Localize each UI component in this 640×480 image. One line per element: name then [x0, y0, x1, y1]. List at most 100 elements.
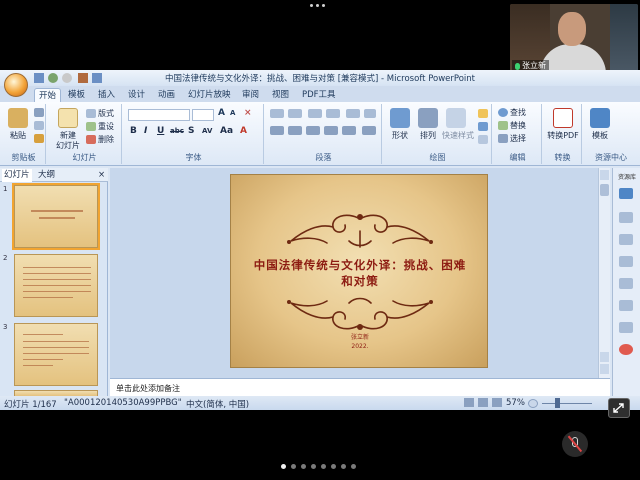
pdf-icon[interactable] — [553, 108, 573, 128]
tab-review[interactable]: 审阅 — [238, 88, 263, 102]
tab-view[interactable]: 视图 — [268, 88, 293, 102]
shadow-button[interactable]: S — [188, 126, 194, 136]
align-center-icon[interactable] — [288, 126, 302, 135]
font-size-field[interactable] — [192, 109, 214, 121]
new-slide-icon[interactable] — [58, 108, 78, 128]
layout-button[interactable]: 版式 — [98, 108, 114, 119]
normal-view-icon[interactable] — [464, 398, 474, 407]
save-icon[interactable] — [34, 73, 44, 83]
line-spacing-icon[interactable] — [346, 109, 360, 118]
video-tile[interactable]: 张立新 — [510, 4, 638, 74]
page-indicator[interactable] — [281, 464, 356, 469]
tab-pdf-tools[interactable]: PDF工具 — [298, 88, 340, 102]
find-icon[interactable] — [498, 108, 508, 117]
quick-styles-button[interactable]: 快速样式 — [438, 130, 478, 141]
template-button[interactable]: 模板 — [586, 130, 614, 141]
page-dot[interactable] — [311, 464, 316, 469]
tab-design[interactable]: 设计 — [124, 88, 149, 102]
italic-button[interactable]: I — [144, 126, 147, 136]
shape-outline-icon[interactable] — [478, 122, 488, 131]
decrease-indent-icon[interactable] — [308, 109, 322, 118]
page-dot[interactable] — [301, 464, 306, 469]
cut-icon[interactable] — [34, 108, 44, 117]
reset-button[interactable]: 重设 — [98, 121, 114, 132]
grow-font-icon[interactable]: A — [218, 108, 225, 118]
resource-icon-8[interactable] — [619, 344, 633, 355]
shapes-button[interactable]: 形状 — [386, 130, 414, 141]
delete-button[interactable]: 删除 — [98, 134, 114, 145]
select-icon[interactable] — [498, 134, 508, 143]
increase-indent-icon[interactable] — [326, 109, 340, 118]
undo-icon[interactable] — [48, 73, 58, 83]
tab-animation[interactable]: 动画 — [154, 88, 179, 102]
bold-button[interactable]: B — [130, 126, 137, 136]
change-case-button[interactable]: Aa — [220, 126, 233, 136]
resource-icon-4[interactable] — [619, 256, 633, 267]
scroll-thumb[interactable] — [600, 184, 609, 196]
zoom-slider-thumb[interactable] — [555, 398, 560, 408]
bullets-icon[interactable] — [270, 109, 284, 118]
resource-icon-3[interactable] — [619, 234, 633, 245]
close-panel-icon[interactable]: × — [96, 169, 107, 182]
page-dot[interactable] — [291, 464, 296, 469]
slide-thumbnail-1[interactable] — [12, 183, 100, 250]
next-slide-icon[interactable] — [600, 364, 609, 374]
tab-templates[interactable]: 模板 — [64, 88, 89, 102]
page-dot[interactable] — [341, 464, 346, 469]
expand-icon[interactable] — [608, 398, 630, 418]
zoom-slider[interactable] — [542, 403, 592, 404]
resource-icon-7[interactable] — [619, 322, 633, 333]
notes-pane[interactable]: 单击此处添加备注 — [110, 378, 610, 396]
mute-microphone-icon[interactable] — [562, 431, 588, 457]
format-painter-icon[interactable] — [34, 134, 44, 143]
tab-slideshow[interactable]: 幻灯片放映 — [184, 88, 235, 102]
resource-icon-1[interactable] — [619, 188, 633, 199]
char-spacing-button[interactable]: AV — [202, 127, 212, 135]
qat-customize-icon[interactable] — [92, 73, 102, 83]
vertical-scrollbar[interactable] — [598, 168, 610, 378]
office-button[interactable] — [4, 73, 28, 97]
reset-icon[interactable] — [86, 122, 96, 131]
tab-outline-panel[interactable]: 大纲 — [36, 169, 57, 182]
zoom-out-icon[interactable] — [528, 399, 538, 408]
resource-icon-5[interactable] — [619, 278, 633, 289]
underline-button[interactable]: U — [157, 126, 164, 136]
new-slide-label-2[interactable]: 幻灯片 — [48, 140, 88, 151]
tab-home[interactable]: 开始 — [34, 88, 62, 102]
tab-insert[interactable]: 插入 — [94, 88, 119, 102]
justify-icon[interactable] — [324, 126, 338, 135]
arrange-icon[interactable] — [418, 108, 438, 128]
select-button[interactable]: 选择 — [510, 133, 526, 144]
slideshow-view-icon[interactable] — [492, 398, 502, 407]
paste-icon[interactable] — [8, 108, 28, 128]
tab-slides-panel[interactable]: 幻灯片 — [2, 169, 32, 182]
scroll-up-icon[interactable] — [600, 170, 609, 180]
prev-slide-icon[interactable] — [600, 352, 609, 362]
align-left-icon[interactable] — [270, 126, 284, 135]
resource-icon-6[interactable] — [619, 300, 633, 311]
paste-button[interactable]: 粘贴 — [6, 130, 30, 141]
find-button[interactable]: 查找 — [510, 107, 526, 118]
slide-thumbnail-3[interactable] — [14, 323, 98, 386]
shape-effects-icon[interactable] — [478, 135, 488, 144]
font-color-button[interactable]: A — [240, 126, 247, 136]
replace-icon[interactable] — [498, 121, 508, 130]
language-status[interactable]: 中文(简体, 中国) — [186, 398, 249, 410]
delete-slide-icon[interactable] — [86, 135, 96, 144]
slide-author[interactable]: 张立新 — [231, 332, 489, 341]
shapes-icon[interactable] — [390, 108, 410, 128]
text-direction-icon[interactable] — [364, 109, 376, 118]
quick-print-icon[interactable] — [78, 73, 88, 83]
zoom-level[interactable]: 57% — [506, 398, 525, 408]
replace-button[interactable]: 替换 — [510, 120, 526, 131]
shrink-font-icon[interactable]: A — [230, 109, 235, 117]
clear-format-icon[interactable]: ⨯ — [244, 108, 252, 118]
strikethrough-button[interactable]: abc — [170, 127, 184, 135]
page-dot[interactable] — [351, 464, 356, 469]
resource-icon-2[interactable] — [619, 212, 633, 223]
current-slide[interactable]: 中国法律传统与文化外译：挑战、困难和对策 张立新 2022. — [230, 174, 488, 368]
align-right-icon[interactable] — [306, 126, 320, 135]
font-name-field[interactable] — [128, 109, 190, 121]
slide-sorter-icon[interactable] — [478, 398, 488, 407]
smartart-icon[interactable] — [362, 126, 376, 135]
